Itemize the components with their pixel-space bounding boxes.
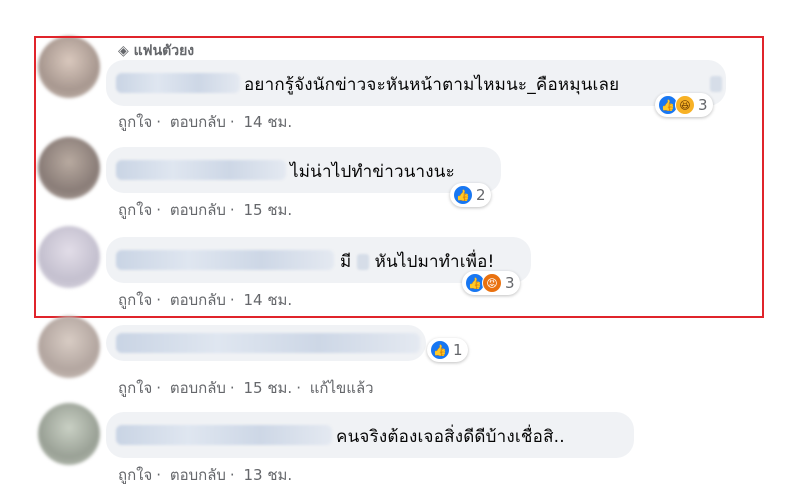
reaction-summary[interactable]: 👍 1: [427, 338, 468, 362]
like-icon: 👍: [430, 340, 450, 360]
separator: ·: [229, 379, 235, 397]
commenter-avatar[interactable]: [38, 316, 100, 378]
comment-actions: ถูกใจ · ตอบกลับ · 15 ชม. · แก้ไขแล้ว: [118, 376, 378, 400]
comment-time[interactable]: 13 ชม.: [243, 466, 292, 484]
separator: ·: [296, 379, 301, 397]
separator: ·: [156, 466, 162, 484]
separator: ·: [156, 379, 162, 397]
commenter-avatar[interactable]: [38, 403, 100, 465]
like-link[interactable]: ถูกใจ: [118, 379, 152, 397]
comment-bubble: [106, 325, 426, 361]
reaction-count: 1: [453, 341, 463, 359]
reply-link[interactable]: ตอบกลับ: [170, 379, 226, 397]
highlight-box: [34, 36, 764, 318]
separator: ·: [229, 466, 235, 484]
reply-link[interactable]: ตอบกลับ: [170, 466, 226, 484]
blurred-comment-content: [116, 333, 420, 353]
comment-time[interactable]: 15 ชม.: [243, 379, 292, 397]
blurred-commenter-name[interactable]: [116, 425, 332, 445]
comment-text: คนจริงต้องเจอสิ่งดีดีบ้างเชื่อสิ..: [336, 427, 565, 447]
comment-bubble: คนจริงต้องเจอสิ่งดีดีบ้างเชื่อสิ..: [106, 412, 634, 458]
edited-label[interactable]: แก้ไขแล้ว: [310, 379, 374, 397]
comment-actions: ถูกใจ · ตอบกลับ · 13 ชม.: [118, 463, 296, 487]
like-link[interactable]: ถูกใจ: [118, 466, 152, 484]
